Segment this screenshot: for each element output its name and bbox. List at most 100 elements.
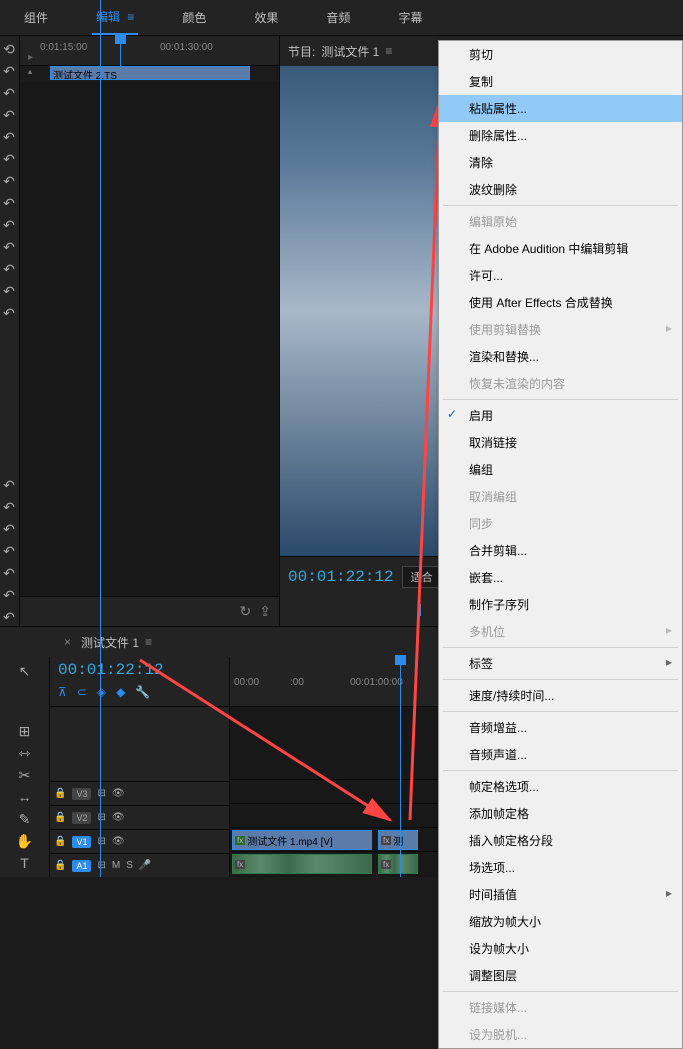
expand-icon[interactable]: ▸ xyxy=(28,52,33,63)
menu-item[interactable]: 取消链接 xyxy=(439,429,682,456)
menu-item[interactable]: 编组 xyxy=(439,456,682,483)
undo-icon[interactable]: ↶ xyxy=(0,128,18,146)
close-tab-icon[interactable]: × xyxy=(64,635,71,649)
playhead-line[interactable] xyxy=(400,707,401,877)
lock-icon[interactable]: 🔒 xyxy=(54,812,66,823)
undo-icon[interactable]: ↶ xyxy=(0,498,18,516)
source-clip[interactable]: 测试文件 2.TS xyxy=(50,66,250,80)
menu-item[interactable]: 缩放为帧大小 xyxy=(439,908,682,935)
menu-item[interactable]: 删除属性... xyxy=(439,122,682,149)
undo-icon[interactable]: ↶ xyxy=(0,216,18,234)
eye-icon[interactable]: 👁 xyxy=(112,836,125,847)
source-patch-icon[interactable]: ⊟ xyxy=(97,836,105,847)
playhead-icon[interactable] xyxy=(115,34,126,44)
menu-item[interactable]: ✓启用 xyxy=(439,402,682,429)
menu-item[interactable]: 速度/持续时间... xyxy=(439,682,682,709)
marker-icon[interactable]: ◈ xyxy=(97,685,106,699)
undo-icon[interactable]: ↶ xyxy=(0,564,18,582)
menu-item[interactable]: 复制 xyxy=(439,68,682,95)
program-timecode[interactable]: 00:01:22:12 xyxy=(288,568,394,586)
fx-badge-icon[interactable]: fx xyxy=(235,860,245,869)
loop-icon[interactable]: ↻ xyxy=(240,603,252,620)
workspace-tab-editing[interactable]: 编辑 ≡ xyxy=(92,0,138,35)
menu-item[interactable]: 时间插值▸ xyxy=(439,881,682,908)
playhead-icon[interactable] xyxy=(395,655,406,665)
timeline-clip-a1[interactable]: fx xyxy=(232,854,372,874)
menu-item[interactable]: 添加帧定格 xyxy=(439,800,682,827)
undo-icon[interactable]: ↶ xyxy=(0,150,18,168)
menu-item[interactable]: 许可... xyxy=(439,262,682,289)
fx-badge-icon[interactable]: fx xyxy=(381,860,391,869)
menu-item[interactable]: 渲染和替换... xyxy=(439,343,682,370)
undo-icon[interactable]: ↶ xyxy=(0,106,18,124)
collapse-icon[interactable]: ▴ xyxy=(28,67,32,76)
voice-icon[interactable]: 🎤 xyxy=(139,860,151,871)
ripple-edit-tool-icon[interactable]: ⇿ xyxy=(16,743,34,763)
undo-icon[interactable]: ↶ xyxy=(0,238,18,256)
selection-tool-icon[interactable]: ↖ xyxy=(16,661,34,681)
eye-icon[interactable]: 👁 xyxy=(112,812,125,823)
mute-icon[interactable]: M xyxy=(112,860,120,871)
track-header-a1[interactable]: 🔒 A1 ⊟ M S 🎤 xyxy=(50,853,229,877)
undo-icon[interactable]: ↶ xyxy=(0,282,18,300)
lock-icon[interactable]: 🔒 xyxy=(54,836,66,847)
menu-item[interactable]: 合并剪辑... xyxy=(439,537,682,564)
menu-item[interactable]: 音频声道... xyxy=(439,741,682,768)
track-label-v2[interactable]: V2 xyxy=(72,812,91,824)
eye-icon[interactable]: 👁 xyxy=(112,788,125,799)
wrench-icon[interactable]: 🔧 xyxy=(135,685,150,699)
undo-icon[interactable]: ↶ xyxy=(0,194,18,212)
track-header-v3[interactable]: 🔒 V3 ⊟ 👁 xyxy=(50,781,229,805)
menu-item[interactable]: 清除 xyxy=(439,149,682,176)
workspace-tab-captions[interactable]: 字幕 xyxy=(394,1,426,34)
fit-zoom-button[interactable]: 适合 xyxy=(402,566,442,588)
track-label-v1[interactable]: V1 xyxy=(72,836,91,848)
menu-item[interactable]: 音频增益... xyxy=(439,714,682,741)
undo-icon[interactable]: ↶ xyxy=(0,542,18,560)
menu-item[interactable]: 调整图层 xyxy=(439,962,682,989)
workspace-tab-assembly[interactable]: 组件 xyxy=(20,1,52,34)
solo-icon[interactable]: S xyxy=(126,860,133,871)
razor-tool-icon[interactable]: ✂ xyxy=(16,765,34,785)
menu-item[interactable]: 嵌套... xyxy=(439,564,682,591)
undo-icon[interactable]: ↶ xyxy=(0,84,18,102)
panel-menu-icon[interactable]: ≡ xyxy=(385,44,392,58)
menu-item[interactable]: 帧定格选项... xyxy=(439,773,682,800)
fx-badge-icon[interactable]: fx xyxy=(235,836,245,845)
pen-tool-icon[interactable]: ✎ xyxy=(16,809,34,829)
fx-badge-icon[interactable]: fx xyxy=(381,836,391,845)
source-patch-icon[interactable]: ⊟ xyxy=(97,812,105,823)
menu-item[interactable]: 制作子序列 xyxy=(439,591,682,618)
undo-icon[interactable]: ↶ xyxy=(0,304,18,322)
timeline-clip-a1b[interactable]: fx xyxy=(378,854,418,874)
workspace-tab-audio[interactable]: 音频 xyxy=(322,1,354,34)
track-header-v1[interactable]: 🔒 V1 ⊟ 👁 xyxy=(50,829,229,853)
menu-item[interactable]: 在 Adobe Audition 中编辑剪辑 xyxy=(439,235,682,262)
export-icon[interactable]: ⇪ xyxy=(259,603,271,620)
timeline-tab[interactable]: 测试文件 1 xyxy=(81,634,139,651)
menu-item[interactable]: 设为帧大小 xyxy=(439,935,682,962)
track-label-a1[interactable]: A1 xyxy=(72,860,91,872)
link-icon[interactable]: ⊂ xyxy=(77,685,87,699)
lock-icon[interactable]: 🔒 xyxy=(54,860,66,871)
lock-icon[interactable]: 🔒 xyxy=(54,788,66,799)
menu-item[interactable]: 标签▸ xyxy=(439,650,682,677)
timeline-clip-v1[interactable]: fx 测试文件 1.mp4 [V] xyxy=(232,830,372,850)
source-patch-icon[interactable]: ⊟ xyxy=(97,788,105,799)
undo-icon[interactable]: ↶ xyxy=(0,476,18,494)
source-patch-icon[interactable]: ⊟ xyxy=(97,860,105,871)
settings-icon[interactable]: ◆ xyxy=(116,685,125,699)
track-label-v3[interactable]: V3 xyxy=(72,788,91,800)
snap-icon[interactable]: ⊼ xyxy=(58,685,67,699)
menu-item[interactable]: 插入帧定格分段 xyxy=(439,827,682,854)
timeline-timecode[interactable]: 00:01:22:12 xyxy=(58,661,221,679)
hand-tool-icon[interactable]: ✋ xyxy=(16,831,34,851)
source-ruler[interactable]: 0:01:15:00 00:01:30:00 ▸ xyxy=(20,36,279,66)
undo-icon[interactable]: ↶ xyxy=(0,172,18,190)
undo-icon[interactable]: ↶ xyxy=(0,260,18,278)
panel-menu-icon[interactable]: ≡ xyxy=(145,635,152,649)
timeline-clip-v1b[interactable]: fx 测 xyxy=(378,830,418,850)
undo-icon[interactable]: ↶ xyxy=(0,62,18,80)
menu-item[interactable]: 使用 After Effects 合成替换 xyxy=(439,289,682,316)
slip-tool-icon[interactable]: ↔ xyxy=(16,787,34,807)
